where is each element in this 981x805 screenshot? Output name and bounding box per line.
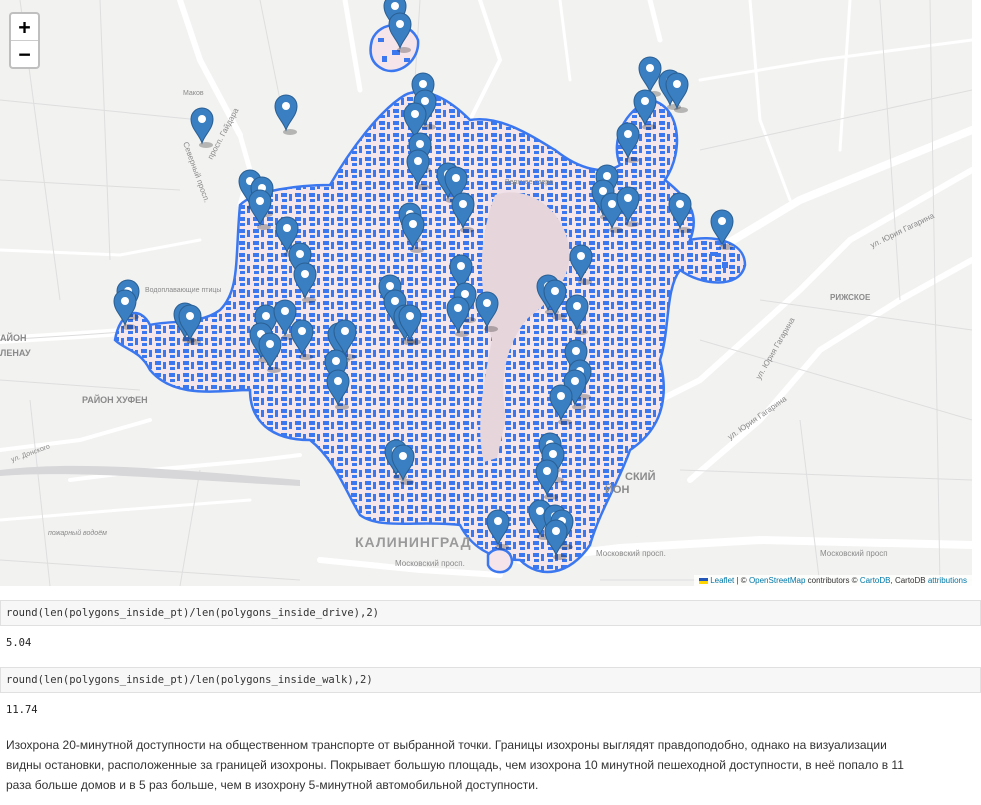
label-pozharny: пожарный водоём bbox=[48, 529, 107, 537]
code-cell-1[interactable]: round(len(polygons_inside_pt)/len(polygo… bbox=[0, 600, 981, 626]
label-ilenau: ЛЕНАУ bbox=[0, 348, 31, 358]
leaflet-link[interactable]: Leaflet bbox=[710, 576, 734, 585]
description-text: Изохрона 20-минутной доступности на обще… bbox=[6, 735, 968, 795]
label-makov: Маков bbox=[183, 90, 204, 97]
label-kaliningrad: КАЛИНИНГРАД bbox=[355, 534, 472, 550]
zoom-control: + − bbox=[9, 12, 40, 69]
carto-link[interactable]: CartoDB bbox=[860, 576, 891, 585]
label-vodopl: Водоплавающие птицы bbox=[145, 287, 221, 294]
map-attribution: Leaflet | © OpenStreetMap contributors ©… bbox=[694, 575, 972, 586]
attributions-link[interactable]: attributions bbox=[928, 576, 967, 585]
map-canvas[interactable]: КАЛИНИНГРАД РАЙОН ХУФЕН РИЖСКОЕ АЙОН ЛЕН… bbox=[0, 0, 972, 586]
map-view[interactable]: КАЛИНИНГРАД РАЙОН ХУФЕН РИЖСКОЕ АЙОН ЛЕН… bbox=[0, 0, 972, 586]
label-rayon-left: АЙОН bbox=[0, 332, 26, 343]
stop-marker-icon[interactable] bbox=[190, 107, 214, 148]
attribution-cartodb: , CartoDB bbox=[890, 576, 926, 585]
label-gagarina-1: ул. Юрия Гагарина bbox=[869, 211, 936, 250]
label-sever-prosp: Северный просп. bbox=[181, 141, 211, 204]
label-rayon-hufen: РАЙОН ХУФЕН bbox=[82, 394, 148, 405]
label-moskovsky-prosp-2: Московский просп bbox=[820, 549, 888, 558]
stop-marker-icon[interactable] bbox=[274, 94, 298, 135]
description-line: Изохрона 20-минутной доступности на обще… bbox=[6, 738, 887, 752]
output-cell-1: 5.04 bbox=[6, 637, 32, 649]
zoom-out-button[interactable]: − bbox=[11, 40, 38, 67]
label-rizhskoe: РИЖСКОЕ bbox=[830, 293, 871, 302]
output-cell-2: 11.74 bbox=[6, 704, 38, 716]
label-verkhnee: Верхнее озеро bbox=[505, 179, 553, 186]
label-moskovsky-1: СКИЙ bbox=[625, 470, 656, 483]
attribution-sep: | © bbox=[736, 576, 747, 585]
zoom-in-button[interactable]: + bbox=[11, 14, 38, 40]
description-line: раза больше домов и в 5 раз больше, чем … bbox=[6, 778, 539, 792]
code-cell-2[interactable]: round(len(polygons_inside_pt)/len(polygo… bbox=[0, 667, 981, 693]
osm-link[interactable]: OpenStreetMap bbox=[749, 576, 805, 585]
ukraine-flag-icon bbox=[699, 578, 709, 584]
label-moskovsky-2: ЙОН bbox=[605, 483, 629, 496]
label-moskovsky-prosp-3: Московский просп. bbox=[395, 559, 465, 568]
label-moskovsky-prosp-1: Московский просп. bbox=[596, 549, 666, 558]
description-line: видны остановки, расположенные за границ… bbox=[6, 758, 904, 772]
attribution-contrib: contributors © bbox=[807, 576, 858, 585]
label-gagarina-2: ул. Юрия Гагарина bbox=[726, 394, 789, 442]
